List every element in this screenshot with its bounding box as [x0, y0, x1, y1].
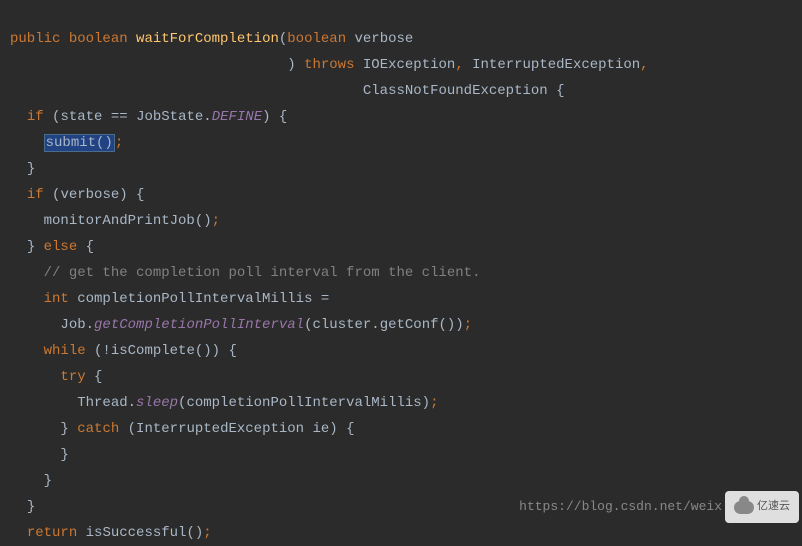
cloud-icon: [734, 501, 754, 514]
code-line: while (!isComplete()) {: [10, 343, 237, 359]
code-line: } catch (InterruptedException ie) {: [10, 421, 355, 437]
watermark-logo: 亿速云: [725, 491, 799, 523]
code-editor[interactable]: public boolean waitForCompletion(boolean…: [0, 0, 802, 546]
code-line: } else {: [10, 239, 94, 255]
code-line: }: [10, 473, 52, 489]
code-line: ) throws IOException, InterruptedExcepti…: [10, 57, 649, 73]
code-line: }: [10, 447, 69, 463]
code-line: if (verbose) {: [10, 187, 144, 203]
watermark-url: https://blog.csdn.net/weix: [519, 494, 722, 520]
code-line: Job.getCompletionPollInterval(cluster.ge…: [10, 317, 472, 333]
code-line: }: [10, 161, 35, 177]
code-line: // get the completion poll interval from…: [10, 265, 480, 281]
code-line: int completionPollIntervalMillis =: [10, 291, 329, 307]
code-line: Thread.sleep(completionPollIntervalMilli…: [10, 395, 439, 411]
code-line: return isSuccessful();: [10, 525, 212, 541]
code-line: if (state == JobState.DEFINE) {: [10, 109, 287, 125]
code-line: monitorAndPrintJob();: [10, 213, 220, 229]
watermark-brand: 亿速云: [757, 494, 790, 520]
code-line: submit();: [10, 134, 123, 152]
code-line: public boolean waitForCompletion(boolean…: [10, 31, 413, 47]
code-line: try {: [10, 369, 102, 385]
code-line: ClassNotFoundException {: [10, 83, 565, 99]
code-line: }: [10, 499, 35, 515]
highlighted-call: submit(): [44, 134, 115, 152]
